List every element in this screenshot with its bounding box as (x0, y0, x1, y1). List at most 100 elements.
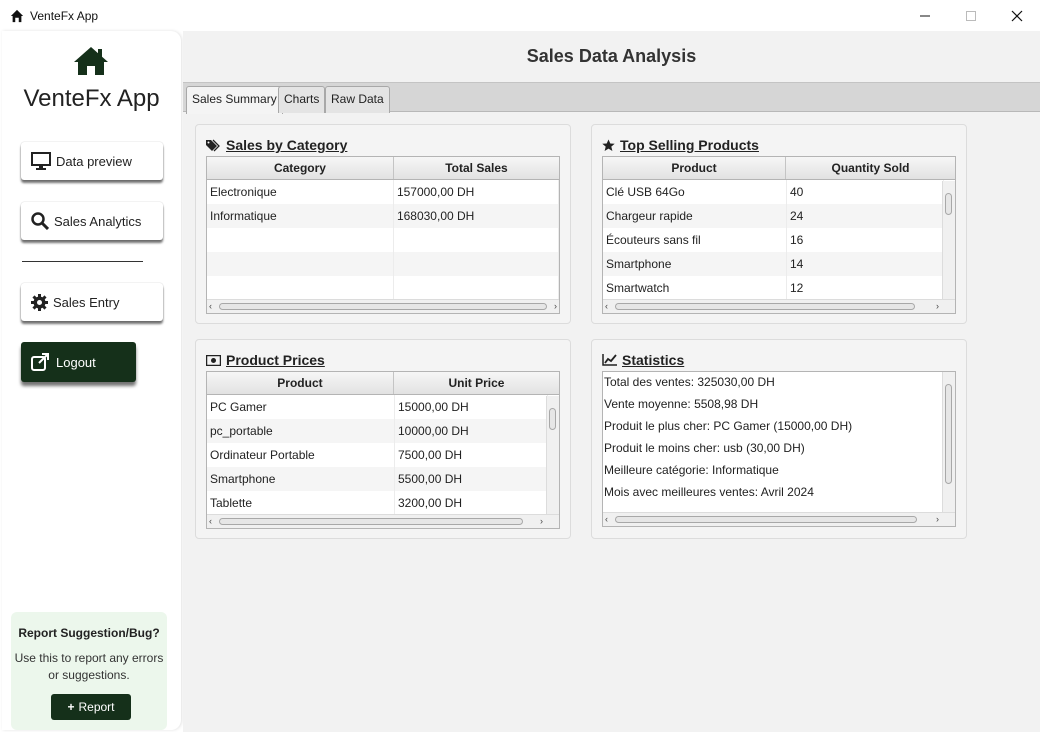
logout-button[interactable]: Logout (21, 342, 136, 382)
tab-sales-summary[interactable]: Sales Summary (186, 86, 283, 114)
window-title: VenteFx App (30, 8, 99, 23)
sales-analytics-label: Sales Analytics (54, 213, 142, 229)
top-selling-products-table[interactable]: Product Quantity Sold Clé USB 64Go 40 Cha… (602, 156, 956, 314)
scroll-right-icon[interactable]: › (936, 301, 939, 311)
table-cell: 3200,00 DH (395, 491, 548, 515)
maximize-button[interactable] (948, 0, 994, 31)
sales-entry-button[interactable]: Sales Entry (21, 283, 163, 321)
close-button[interactable] (994, 0, 1040, 31)
horizontal-scrollbar[interactable]: ‹ › (603, 512, 955, 526)
scroll-thumb[interactable] (219, 303, 547, 310)
statistics-card: Statistics Total des ventes: 325030,00 D… (591, 339, 967, 539)
top-selling-products-title: Top Selling Products (602, 137, 759, 153)
tab-raw-data[interactable]: Raw Data (325, 86, 390, 113)
plus-icon: + (67, 700, 75, 714)
table-row[interactable]: Clé USB 64Go 40 (603, 180, 955, 204)
table-row (207, 228, 559, 252)
scroll-thumb[interactable] (219, 518, 523, 525)
scroll-thumb[interactable] (945, 384, 952, 484)
data-preview-button[interactable]: Data preview (21, 142, 163, 180)
product-prices-title: Product Prices (206, 352, 325, 368)
scroll-thumb[interactable] (945, 193, 952, 215)
column-header[interactable]: Category (207, 157, 394, 179)
tab-bar: Sales Summary Charts Raw Data (183, 82, 1040, 114)
stat-line: Meilleure catégorie: Informatique (604, 463, 779, 477)
table-row (207, 252, 559, 276)
app-name: VenteFx App (23, 85, 160, 112)
top-selling-products-card: Top Selling Products Product Quantity So… (591, 124, 967, 324)
scroll-thumb[interactable] (615, 516, 917, 523)
vertical-scrollbar[interactable] (546, 396, 559, 515)
sales-entry-label: Sales Entry (53, 294, 120, 310)
scroll-right-icon[interactable]: › (540, 516, 543, 526)
sales-analytics-button[interactable]: Sales Analytics (21, 202, 163, 240)
scroll-left-icon[interactable]: ‹ (209, 301, 212, 311)
page-title: Sales Data Analysis (526, 46, 697, 66)
table-cell: 14 (787, 252, 944, 276)
table-row[interactable]: Chargeur rapide 24 (603, 204, 955, 228)
scroll-thumb[interactable] (615, 303, 915, 310)
table-row[interactable]: Écouteurs sans fil 16 (603, 228, 955, 252)
stat-line: Total des ventes: 325030,00 DH (604, 375, 775, 389)
scroll-left-icon[interactable]: ‹ (209, 516, 212, 526)
minimize-icon (920, 15, 930, 16)
scroll-thumb[interactable] (549, 408, 556, 430)
column-header[interactable]: Quantity Sold (786, 157, 955, 179)
table-row[interactable]: Smartphone 5500,00 DH (207, 467, 559, 491)
maximize-icon (966, 10, 976, 21)
table-row[interactable]: Smartphone 14 (603, 252, 955, 276)
search-icon (31, 212, 49, 230)
table-row[interactable]: Smartwatch 12 (603, 276, 955, 300)
table-cell: 5500,00 DH (395, 467, 548, 491)
report-button[interactable]: + Report (51, 694, 131, 720)
report-description: Use this to report any errors or suggest… (14, 651, 164, 682)
scroll-right-icon[interactable]: › (936, 514, 939, 524)
column-header[interactable]: Product (207, 372, 394, 394)
gear-icon (31, 293, 48, 311)
main-content: Sales Data Analysis Sales Summary Charts… (183, 31, 1040, 732)
vertical-scrollbar[interactable] (942, 181, 955, 300)
table-cell: Smartwatch (603, 276, 787, 300)
data-preview-label: Data preview (56, 153, 132, 169)
table-cell: Chargeur rapide (603, 204, 787, 228)
table-cell: 157000,00 DH (394, 180, 559, 204)
table-row[interactable]: Informatique 168030,00 DH (207, 204, 559, 228)
column-header[interactable]: Product (603, 157, 786, 179)
table-cell: PC Gamer (207, 395, 395, 419)
horizontal-scrollbar[interactable]: ‹ › (207, 299, 559, 313)
tab-charts[interactable]: Charts (278, 86, 326, 113)
table-row[interactable]: pc_portable 10000,00 DH (207, 419, 559, 443)
table-cell: Electronique (207, 180, 394, 204)
star-icon (602, 139, 615, 151)
table-row[interactable]: Tablette 3200,00 DH (207, 491, 559, 515)
close-icon (1011, 10, 1023, 21)
horizontal-scrollbar[interactable]: ‹ › (207, 514, 559, 528)
minimize-button[interactable] (902, 0, 948, 31)
sidebar: VenteFx App Data preview Sales Analytics… (2, 31, 181, 730)
scroll-left-icon[interactable]: ‹ (605, 514, 608, 524)
stat-line: Mois avec meilleures ventes: Avril 2024 (604, 485, 814, 499)
table-cell: pc_portable (207, 419, 395, 443)
statistics-title: Statistics (602, 352, 684, 368)
sales-by-category-table[interactable]: Category Total Sales Electronique 157000,… (206, 156, 560, 314)
table-row[interactable]: PC Gamer 15000,00 DH (207, 395, 559, 419)
column-header[interactable]: Unit Price (394, 372, 559, 394)
money-bill-icon (206, 354, 221, 366)
sidebar-divider (22, 261, 143, 262)
sales-by-category-title: Sales by Category (206, 137, 347, 153)
table-row[interactable]: Electronique 157000,00 DH (207, 180, 559, 204)
scroll-right-icon[interactable]: › (554, 301, 557, 311)
table-cell: 168030,00 DH (394, 204, 559, 228)
statistics-text-area[interactable]: Total des ventes: 325030,00 DH Vente moy… (602, 371, 956, 527)
table-cell: Écouteurs sans fil (603, 228, 787, 252)
table-row[interactable]: Ordinateur Portable 7500,00 DH (207, 443, 559, 467)
horizontal-scrollbar[interactable]: ‹ › (603, 299, 955, 313)
product-prices-table[interactable]: Product Unit Price PC Gamer 15000,00 DH p… (206, 371, 560, 529)
column-header[interactable]: Total Sales (394, 157, 559, 179)
logout-label: Logout (56, 354, 96, 370)
stat-line: Produit le plus cher: PC Gamer (15000,00… (604, 419, 853, 433)
scroll-left-icon[interactable]: ‹ (605, 301, 608, 311)
table-row (207, 276, 559, 300)
vertical-scrollbar[interactable] (942, 372, 955, 513)
table-cell: Tablette (207, 491, 395, 515)
